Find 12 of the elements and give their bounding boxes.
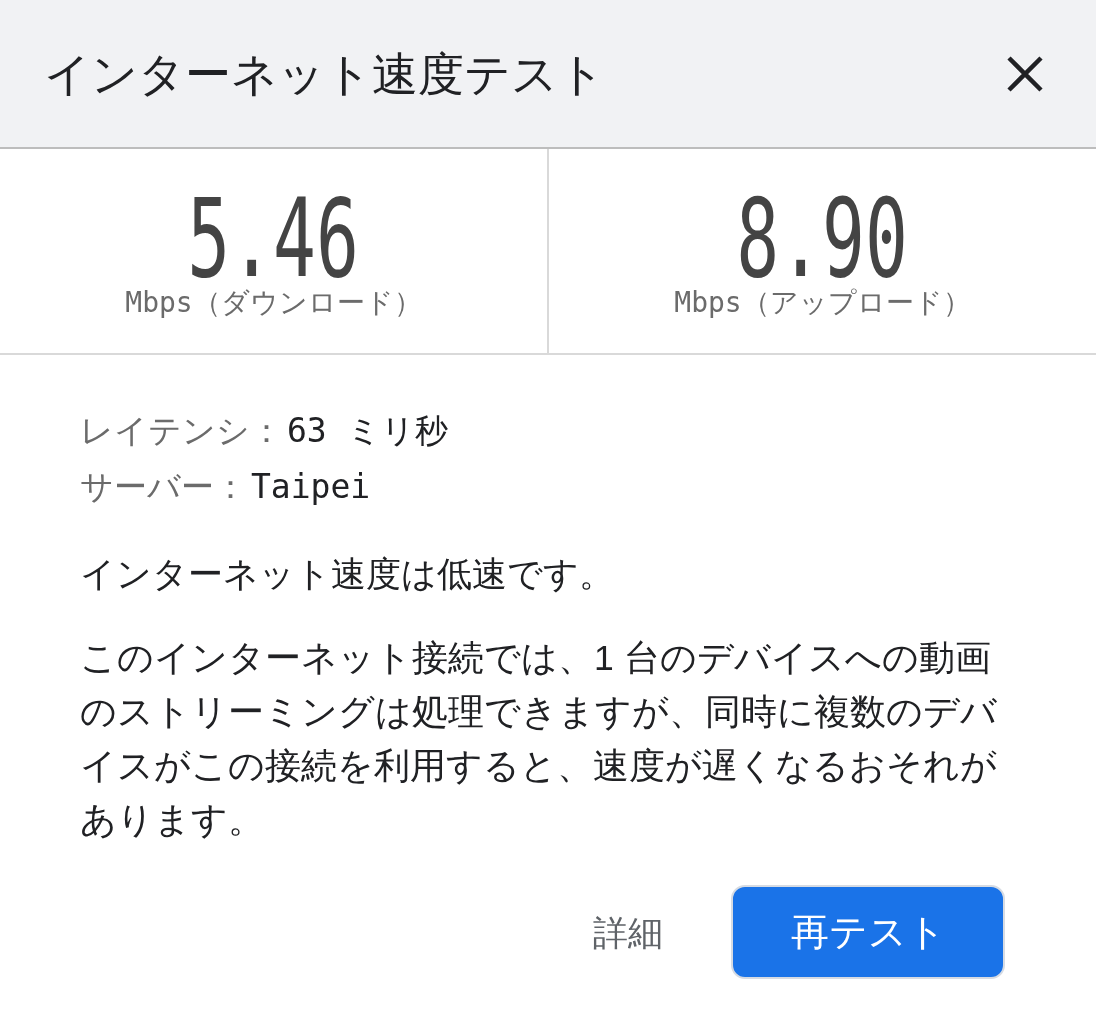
speed-description: このインターネット接続では、1 台のデバイスへの動画のストリーミングは処理できますが、同時に複数のデバイスがこの接続を利用すると、速度が遅くなるおそれがあります。 [80,637,998,842]
detail-label: サーバー： [80,467,247,507]
speed-summary: インターネット速度は低速です。 [80,553,615,595]
speed-unit: Mbps（ダウンロード） [125,289,422,317]
speed-unit: Mbps（アップロード） [674,289,971,317]
detail-label: レイテンシ： [80,411,283,451]
detail-value: 63 ミリ秒 [287,410,448,452]
detail-value: Taipei [251,466,371,508]
dialog-title: インターネット速度テスト [44,50,605,97]
close-icon[interactable] [1006,54,1044,93]
details-link[interactable]: 詳細 [591,904,665,960]
retest-button[interactable]: 再テスト [731,885,1005,979]
